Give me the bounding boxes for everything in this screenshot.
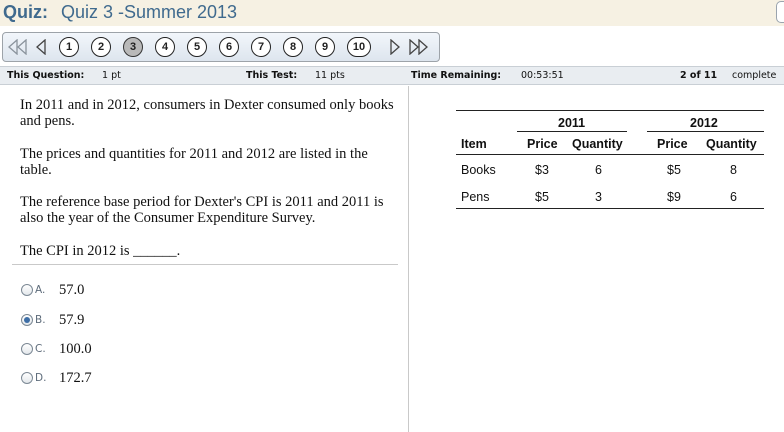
question-8-button[interactable]: 8: [283, 37, 303, 57]
title-bar: Quiz: Quiz 3 -Summer 2013: [0, 0, 784, 26]
year-2012-rule: [647, 131, 764, 132]
radio-button-c[interactable]: [21, 343, 33, 355]
table-cell: $5: [667, 163, 681, 177]
question-6-button[interactable]: 6: [219, 37, 239, 57]
question-3-button[interactable]: 3: [123, 37, 143, 57]
question-1-button[interactable]: 1: [59, 37, 79, 57]
radio-button-b-selected[interactable]: [21, 314, 33, 326]
first-question-icon[interactable]: [7, 33, 29, 61]
quiz-title: Quiz 3 -Summer 2013: [61, 2, 238, 22]
progress-label: complete: [732, 70, 777, 81]
answer-option-c[interactable]: C. 100.0: [21, 340, 92, 358]
year-header-2012: 2012: [690, 116, 718, 130]
question-prompt: The CPI in 2012 is ______.: [20, 243, 181, 259]
previous-question-icon[interactable]: [33, 33, 49, 61]
last-question-icon[interactable]: [407, 33, 431, 61]
question-4-button[interactable]: 4: [155, 37, 175, 57]
table-cell: 6: [730, 190, 737, 204]
answer-option-d[interactable]: D. 172.7: [21, 369, 92, 387]
table-cell: Books: [461, 163, 496, 177]
table-cell: $5: [535, 190, 549, 204]
this-question-value: 1 pt: [102, 70, 121, 81]
panel-divider: [408, 86, 409, 432]
question-navigation: 1 2 3 4 5 6 7 8 9 10: [0, 26, 784, 65]
option-letter: C.: [35, 343, 46, 355]
option-value: 100.0: [59, 340, 92, 357]
window-corner-button[interactable]: [776, 1, 784, 23]
question-paragraph-1: In 2011 and in 2012, consumers in Dexter…: [20, 97, 394, 129]
answer-option-b[interactable]: B. 57.9: [21, 311, 84, 329]
option-value: 172.7: [59, 369, 92, 386]
radio-button-a[interactable]: [21, 284, 33, 296]
this-question-label: This Question:: [7, 70, 85, 81]
table-cell: $9: [667, 190, 681, 204]
column-header-quantity-2012: Quantity: [706, 137, 757, 151]
next-question-icon[interactable]: [387, 33, 403, 61]
table-bottom-rule: [456, 208, 764, 209]
table-cell: 8: [730, 163, 737, 177]
question-nav-bar: 1 2 3 4 5 6 7 8 9 10: [2, 32, 440, 62]
table-cell: $3: [535, 163, 549, 177]
radio-button-d[interactable]: [21, 372, 33, 384]
question-5-button[interactable]: 5: [187, 37, 207, 57]
year-header-2011: 2011: [558, 116, 586, 130]
answer-option-a[interactable]: A. 57.0: [21, 281, 84, 299]
quiz-label: Quiz:: [3, 2, 48, 22]
this-test-label: This Test:: [246, 70, 298, 81]
column-header-item: Item: [461, 137, 487, 151]
question-7-button[interactable]: 7: [251, 37, 271, 57]
option-value: 57.9: [59, 311, 85, 328]
table-cell: 3: [595, 190, 602, 204]
year-2011-rule: [517, 131, 627, 132]
this-test-value: 11 pts: [315, 70, 345, 81]
progress-count: 2 of 11: [680, 70, 718, 81]
question-divider: [12, 264, 398, 265]
question-paragraph-2: The prices and quantities for 2011 and 2…: [20, 146, 368, 178]
table-header-rule: [456, 154, 764, 155]
option-letter: B.: [35, 314, 46, 326]
question-10-button[interactable]: 10: [347, 37, 371, 57]
question-paragraph-3: The reference base period for Dexter's C…: [20, 194, 384, 226]
option-letter: D.: [35, 372, 47, 384]
column-header-quantity-2011: Quantity: [572, 137, 623, 151]
question-2-button[interactable]: 2: [91, 37, 111, 57]
time-remaining-value: 00:53:51: [521, 70, 564, 81]
time-remaining-label: Time Remaining:: [411, 70, 502, 81]
option-value: 57.0: [59, 281, 85, 298]
table-cell: 6: [595, 163, 602, 177]
option-letter: A.: [35, 284, 46, 296]
info-bar: This Question: 1 pt This Test: 11 pts Ti…: [0, 66, 784, 85]
column-header-price-2011: Price: [527, 137, 558, 151]
question-9-button[interactable]: 9: [315, 37, 335, 57]
table-cell: Pens: [461, 190, 490, 204]
column-header-price-2012: Price: [657, 137, 688, 151]
table-top-rule: [456, 110, 764, 111]
